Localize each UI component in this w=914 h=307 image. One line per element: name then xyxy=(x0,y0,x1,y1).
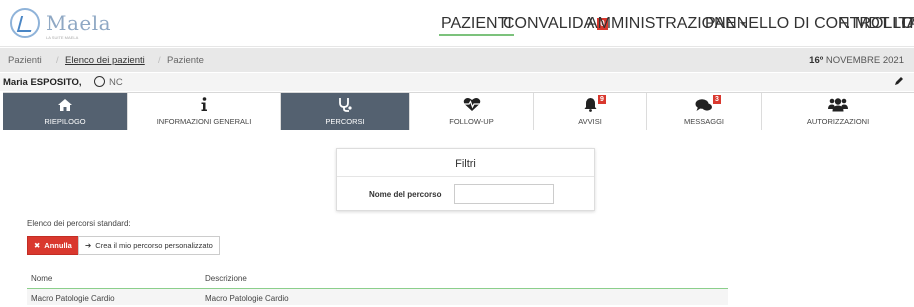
date-month-year: NOVEMBRE 2021 xyxy=(823,55,904,66)
close-icon: ✖ xyxy=(34,241,41,250)
tab-label: PERCORSI xyxy=(325,117,365,126)
nav-pazienti[interactable]: PAZIENTI xyxy=(439,0,514,47)
nav-pazienti-label: PAZIENTI xyxy=(441,14,512,32)
tab-label: AVVISI xyxy=(578,117,602,126)
sex-circle-icon xyxy=(94,76,105,87)
brand-tagline: LA SUITE MAELA xyxy=(46,35,79,40)
tab-label: RIEPILOGO xyxy=(44,117,86,126)
breadcrumb-separator: / xyxy=(158,55,161,66)
tab-informazioni-generali[interactable]: INFORMAZIONI GENERALI xyxy=(128,93,281,130)
tab-label: INFORMAZIONI GENERALI xyxy=(156,117,252,126)
maela-logo[interactable]: Maela LA SUITE MAELA xyxy=(10,8,112,40)
patient-header: Maria ESPOSITO, NC xyxy=(0,73,914,91)
patient-sex: NC xyxy=(109,77,123,88)
logo-icon xyxy=(10,8,40,38)
standard-paths-label: Elenco dei percorsi standard: xyxy=(27,219,131,228)
breadcrumb-elenco-pazienti[interactable]: Elenco dei pazienti xyxy=(65,55,145,66)
create-custom-path-button[interactable]: ➔ Crea il mio percorso personalizzato xyxy=(78,236,220,255)
brand-name: Maela xyxy=(46,11,112,35)
column-header-descrizione[interactable]: Descrizione xyxy=(205,274,247,283)
top-navbar: Maela LA SUITE MAELA PAZIENTI CONVALIDA … xyxy=(0,0,914,47)
column-header-nome[interactable]: Nome xyxy=(31,274,52,283)
breadcrumb-pazienti[interactable]: Pazienti xyxy=(8,55,42,66)
nav-convalida-label: CONVALIDA xyxy=(503,14,595,32)
filters-panel: Filtri Nome del percorso xyxy=(336,148,595,211)
nome-percorso-input[interactable] xyxy=(454,184,554,204)
breadcrumb: Pazienti / Elenco dei pazienti / Pazient… xyxy=(0,48,914,72)
nome-percorso-label: Nome del percorso xyxy=(369,190,442,199)
paths-table: Nome Descrizione Macro Patologie Cardio … xyxy=(27,266,728,305)
users-icon xyxy=(828,98,848,112)
cell-descrizione: Macro Patologie Cardio xyxy=(205,294,289,303)
breadcrumb-separator: / xyxy=(56,55,59,66)
tab-follow-up[interactable]: FOLLOW-UP xyxy=(410,93,534,130)
nav-language[interactable]: IT xyxy=(902,0,914,47)
cell-nome: Macro Patologie Cardio xyxy=(31,294,115,303)
tab-label: FOLLOW-UP xyxy=(449,117,494,126)
tab-autorizzazioni[interactable]: AUTORIZZAZIONI xyxy=(762,93,914,130)
patient-tabs: RIEPILOGO INFORMAZIONI GENERALI PERCORSI xyxy=(3,92,914,130)
home-icon xyxy=(58,98,72,111)
table-header: Nome Descrizione xyxy=(27,266,728,289)
tab-avvisi[interactable]: 9 AVVISI xyxy=(534,93,647,130)
cancel-button[interactable]: ✖ Annulla xyxy=(27,236,79,255)
bell-icon xyxy=(584,98,596,112)
language-code: IT xyxy=(902,14,914,32)
messaggi-count-badge: 3 xyxy=(713,95,721,104)
arrow-right-icon: ➔ xyxy=(85,241,92,250)
tab-label: AUTORIZZAZIONI xyxy=(806,117,870,126)
tab-riepilogo[interactable]: RIEPILOGO xyxy=(3,93,128,130)
breadcrumb-paziente: Paziente xyxy=(167,55,204,66)
patient-name: Maria ESPOSITO, xyxy=(3,77,82,88)
avvisi-count-badge: 9 xyxy=(598,95,606,104)
stethoscope-icon xyxy=(339,98,352,112)
filters-title: Filtri xyxy=(455,158,476,170)
heartbeat-icon xyxy=(463,97,480,111)
tab-label: MESSAGGI xyxy=(683,117,724,126)
date-day: 16º xyxy=(809,55,824,66)
comments-icon xyxy=(695,98,712,111)
tab-messaggi[interactable]: 3 MESSAGGI xyxy=(647,93,762,130)
tab-percorsi[interactable]: PERCORSI xyxy=(281,93,410,130)
pencil-icon[interactable] xyxy=(894,76,904,86)
create-custom-path-label: Crea il mio percorso personalizzato xyxy=(95,241,213,250)
cancel-button-label: Annulla xyxy=(44,241,72,250)
current-date: 16º NOVEMBRE 2021 xyxy=(809,55,904,66)
info-icon xyxy=(201,97,207,111)
table-row[interactable]: Macro Patologie Cardio Macro Patologie C… xyxy=(27,289,728,305)
filters-divider xyxy=(337,176,594,177)
